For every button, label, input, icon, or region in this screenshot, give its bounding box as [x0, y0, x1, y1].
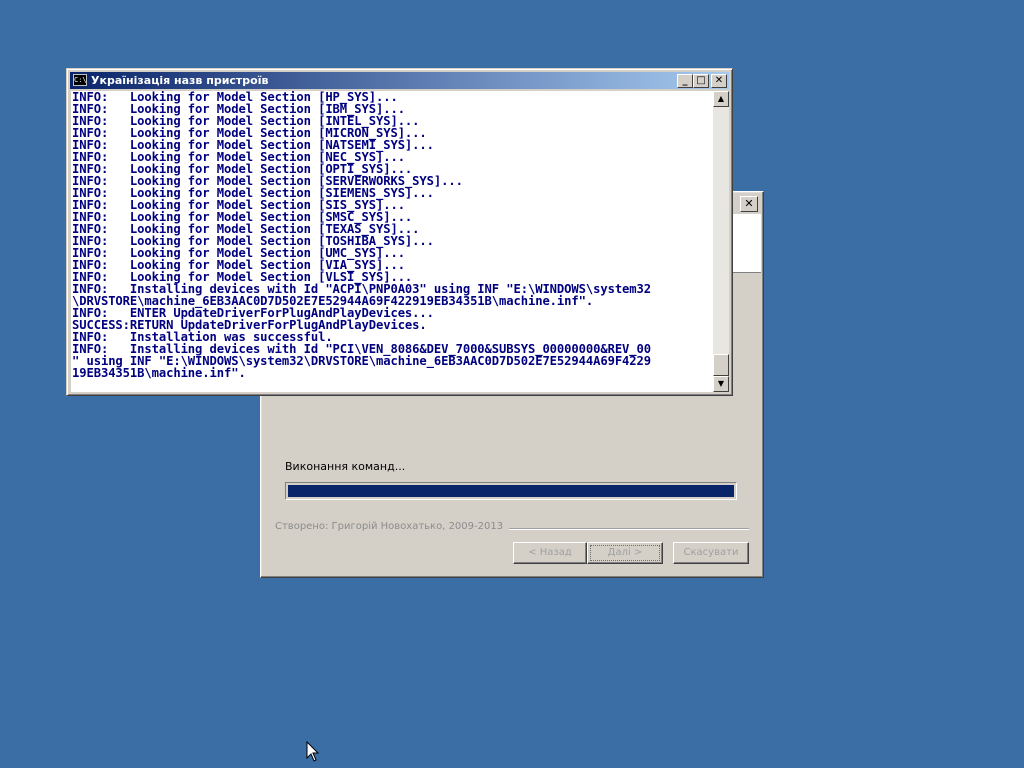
close-button[interactable]: ✕: [711, 74, 727, 88]
console-titlebar[interactable]: C:\ Українізація назв пристроїв _ □ ✕: [70, 72, 729, 89]
console-window: C:\ Українізація назв пристроїв _ □ ✕ IN…: [66, 68, 733, 396]
scroll-up-arrow-icon[interactable]: ▲: [713, 91, 729, 107]
scroll-down-arrow-icon[interactable]: ▼: [713, 376, 729, 392]
next-button[interactable]: Далі >: [587, 542, 663, 564]
progress-fill: [288, 485, 734, 497]
vertical-scrollbar[interactable]: ▲ ▼: [713, 91, 729, 392]
status-label: Виконання команд...: [285, 460, 406, 473]
console-text: INFO: Looking for Model Section [HP_SYS]…: [71, 91, 713, 379]
wizard-close-button[interactable]: ✕: [740, 196, 758, 212]
console-icon[interactable]: C:\: [73, 74, 87, 86]
scroll-thumb[interactable]: [713, 354, 729, 376]
cancel-button[interactable]: Скасувати: [673, 542, 749, 564]
console-output[interactable]: INFO: Looking for Model Section [HP_SYS]…: [71, 91, 713, 392]
progress-bar: [285, 482, 737, 500]
console-title: Українізація назв пристроїв: [91, 74, 269, 87]
console-line: 19EB34351B\machine.inf".: [72, 366, 246, 380]
back-button[interactable]: < Назад: [513, 542, 587, 564]
maximize-button[interactable]: □: [693, 74, 709, 88]
credit-text: Створено: Григорій Новохатько, 2009-2013: [275, 521, 510, 532]
mouse-pointer-icon: [306, 741, 320, 762]
minimize-button[interactable]: _: [677, 74, 693, 88]
